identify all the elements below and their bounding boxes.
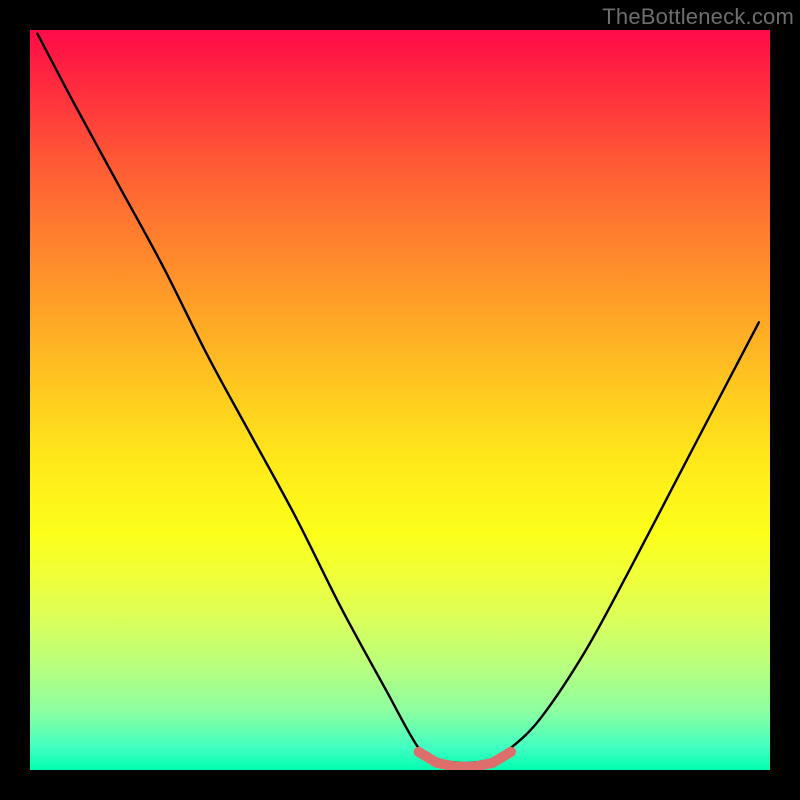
bottleneck-curve	[37, 34, 759, 763]
watermark-text: TheBottleneck.com	[602, 4, 794, 30]
plot-area	[30, 30, 770, 770]
flat-region-highlight	[419, 752, 512, 767]
curve-svg	[30, 30, 770, 770]
chart-frame: TheBottleneck.com	[0, 0, 800, 800]
